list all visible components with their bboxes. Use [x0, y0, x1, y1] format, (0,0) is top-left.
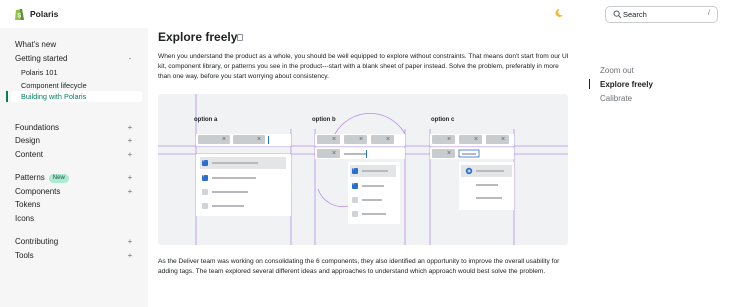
search-placeholder: Search	[623, 10, 647, 19]
expand-icon[interactable]: +	[126, 251, 134, 260]
polaris-logo-icon[interactable]: S	[14, 8, 25, 21]
expand-icon[interactable]: +	[126, 150, 134, 159]
collapse-icon[interactable]: -	[126, 54, 134, 63]
check-icon: ✓	[202, 158, 207, 164]
sidebar-item-getting-started[interactable]: Getting started	[15, 54, 67, 63]
tag-close-icon[interactable]: ×	[474, 136, 478, 143]
moon-icon[interactable]	[554, 8, 564, 18]
check-icon: ✓	[352, 166, 357, 172]
options-figure: × × × × × × × × × × ✓ ✓ ✓ ✓ option a opt…	[158, 94, 568, 245]
search-icon	[613, 10, 622, 19]
expand-icon[interactable]: +	[126, 187, 134, 196]
search-shortcut: /	[708, 10, 710, 17]
option-b-mockup	[315, 134, 405, 224]
search-input[interactable]: Search /	[605, 6, 718, 23]
option-a-label: option a	[194, 117, 218, 123]
expand-icon[interactable]: +	[126, 237, 134, 246]
body-paragraph: As the Deliver team was working on conso…	[158, 258, 560, 275]
new-badge: New	[48, 174, 69, 183]
tag-close-icon[interactable]: ×	[447, 150, 451, 157]
check-icon: ✓	[352, 181, 357, 187]
expand-icon[interactable]: +	[126, 136, 134, 145]
svg-text:S: S	[17, 14, 21, 20]
toc-active-marker	[589, 79, 590, 89]
option-c-mockup	[430, 134, 514, 210]
tag-close-icon[interactable]: ×	[501, 136, 505, 143]
sidebar-active-indicator	[6, 91, 8, 102]
sidebar-item-patterns[interactable]: Patterns New	[15, 173, 69, 183]
intro-paragraph: When you understand the product as a who…	[158, 53, 569, 80]
toc-item-calibrate[interactable]: Calibrate	[600, 94, 632, 103]
sidebar-item-building-with-polaris[interactable]: Building with Polaris	[21, 92, 86, 101]
option-c-label: option c	[431, 117, 455, 123]
sidebar-item-tools[interactable]: Tools	[15, 251, 34, 260]
tag-close-icon[interactable]: ×	[359, 136, 363, 143]
brand-name[interactable]: Polaris	[30, 9, 58, 19]
tag-close-icon[interactable]: ×	[332, 150, 336, 157]
toc-item-zoom-out[interactable]: Zoom out	[600, 66, 634, 75]
page-icon[interactable]	[237, 34, 243, 41]
expand-icon[interactable]: +	[126, 173, 134, 182]
sidebar-item-foundations[interactable]: Foundations	[15, 123, 59, 132]
tag-close-icon[interactable]: ×	[386, 136, 390, 143]
sidebar-item-content[interactable]: Content	[15, 150, 43, 159]
options-illustration	[158, 94, 568, 245]
sidebar-item-polaris-101[interactable]: Polaris 101	[21, 68, 58, 77]
sidebar-item-icons[interactable]: Icons	[15, 214, 34, 223]
page-title: Explore freely	[158, 30, 238, 44]
tag-close-icon[interactable]: ×	[222, 136, 226, 143]
toc-item-explore-freely[interactable]: Explore freely	[600, 80, 653, 89]
expand-icon[interactable]: +	[126, 123, 134, 132]
sidebar-item-whats-new[interactable]: What's new	[15, 40, 56, 49]
sidebar-item-design[interactable]: Design	[15, 136, 40, 145]
tag-close-icon[interactable]: ×	[257, 136, 261, 143]
check-icon: ✓	[202, 173, 207, 179]
sidebar-item-contributing[interactable]: Contributing	[15, 237, 58, 246]
sidebar-item-tokens[interactable]: Tokens	[15, 200, 40, 209]
sidebar-item-label: Patterns	[15, 173, 45, 182]
sidebar-item-components[interactable]: Components	[15, 187, 60, 196]
sidebar-item-component-lifecycle[interactable]: Component lifecycle	[21, 81, 87, 90]
tag-close-icon[interactable]: ×	[332, 136, 336, 143]
tag-close-icon[interactable]: ×	[447, 136, 451, 143]
top-bar: S Polaris Search /	[0, 0, 730, 28]
option-b-label: option b	[312, 117, 336, 123]
